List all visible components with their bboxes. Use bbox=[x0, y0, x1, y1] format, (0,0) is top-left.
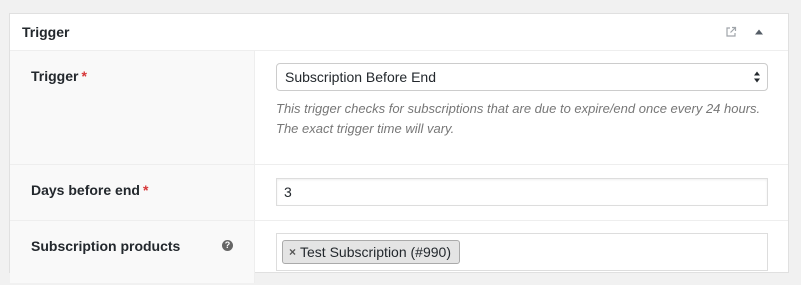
collapse-arrow-icon-svg bbox=[755, 29, 763, 35]
days-before-end-row: Days before end * 3 bbox=[10, 165, 788, 221]
collapse-arrow-icon[interactable] bbox=[752, 25, 766, 39]
remove-chip-icon[interactable]: × bbox=[289, 241, 296, 263]
subscription-products-select[interactable]: × Test Subscription (#990) bbox=[276, 233, 768, 271]
days-label-text: Days before end bbox=[31, 182, 140, 198]
products-label-cell: Subscription products ? bbox=[10, 221, 255, 283]
trigger-select-value: Subscription Before End bbox=[285, 69, 436, 85]
select-arrows-icon bbox=[754, 71, 760, 83]
external-link-icon-svg bbox=[726, 26, 737, 37]
trigger-label: Trigger * bbox=[31, 68, 87, 84]
selected-product-chip: × Test Subscription (#990) bbox=[282, 240, 460, 264]
subscription-products-label: Subscription products bbox=[31, 238, 181, 254]
panel-title: Trigger bbox=[22, 24, 70, 40]
days-field-cell: 3 bbox=[255, 165, 788, 220]
external-link-icon[interactable] bbox=[724, 25, 738, 39]
trigger-label-text: Trigger bbox=[31, 68, 79, 84]
trigger-row: Trigger * Subscription Before End This tr… bbox=[10, 51, 788, 165]
trigger-label-cell: Trigger * bbox=[10, 51, 255, 164]
days-before-end-label: Days before end * bbox=[31, 182, 148, 198]
days-label-cell: Days before end * bbox=[10, 165, 255, 220]
trigger-select[interactable]: Subscription Before End bbox=[276, 63, 768, 91]
help-icon[interactable]: ? bbox=[222, 240, 233, 251]
required-marker: * bbox=[142, 182, 149, 198]
days-before-end-input[interactable]: 3 bbox=[276, 178, 768, 206]
trigger-description: This trigger checks for subscriptions th… bbox=[276, 101, 761, 136]
selected-product-label: Test Subscription (#990) bbox=[300, 244, 451, 260]
trigger-panel: Trigger Trigger * Subscription Before End bbox=[9, 13, 789, 283]
required-marker: * bbox=[81, 68, 87, 84]
products-field-cell: × Test Subscription (#990) bbox=[255, 221, 788, 283]
subscription-products-row: Subscription products ? × Test Subscript… bbox=[10, 221, 788, 283]
panel-header[interactable]: Trigger bbox=[10, 14, 788, 51]
trigger-field-cell: Subscription Before End This trigger che… bbox=[255, 51, 788, 164]
